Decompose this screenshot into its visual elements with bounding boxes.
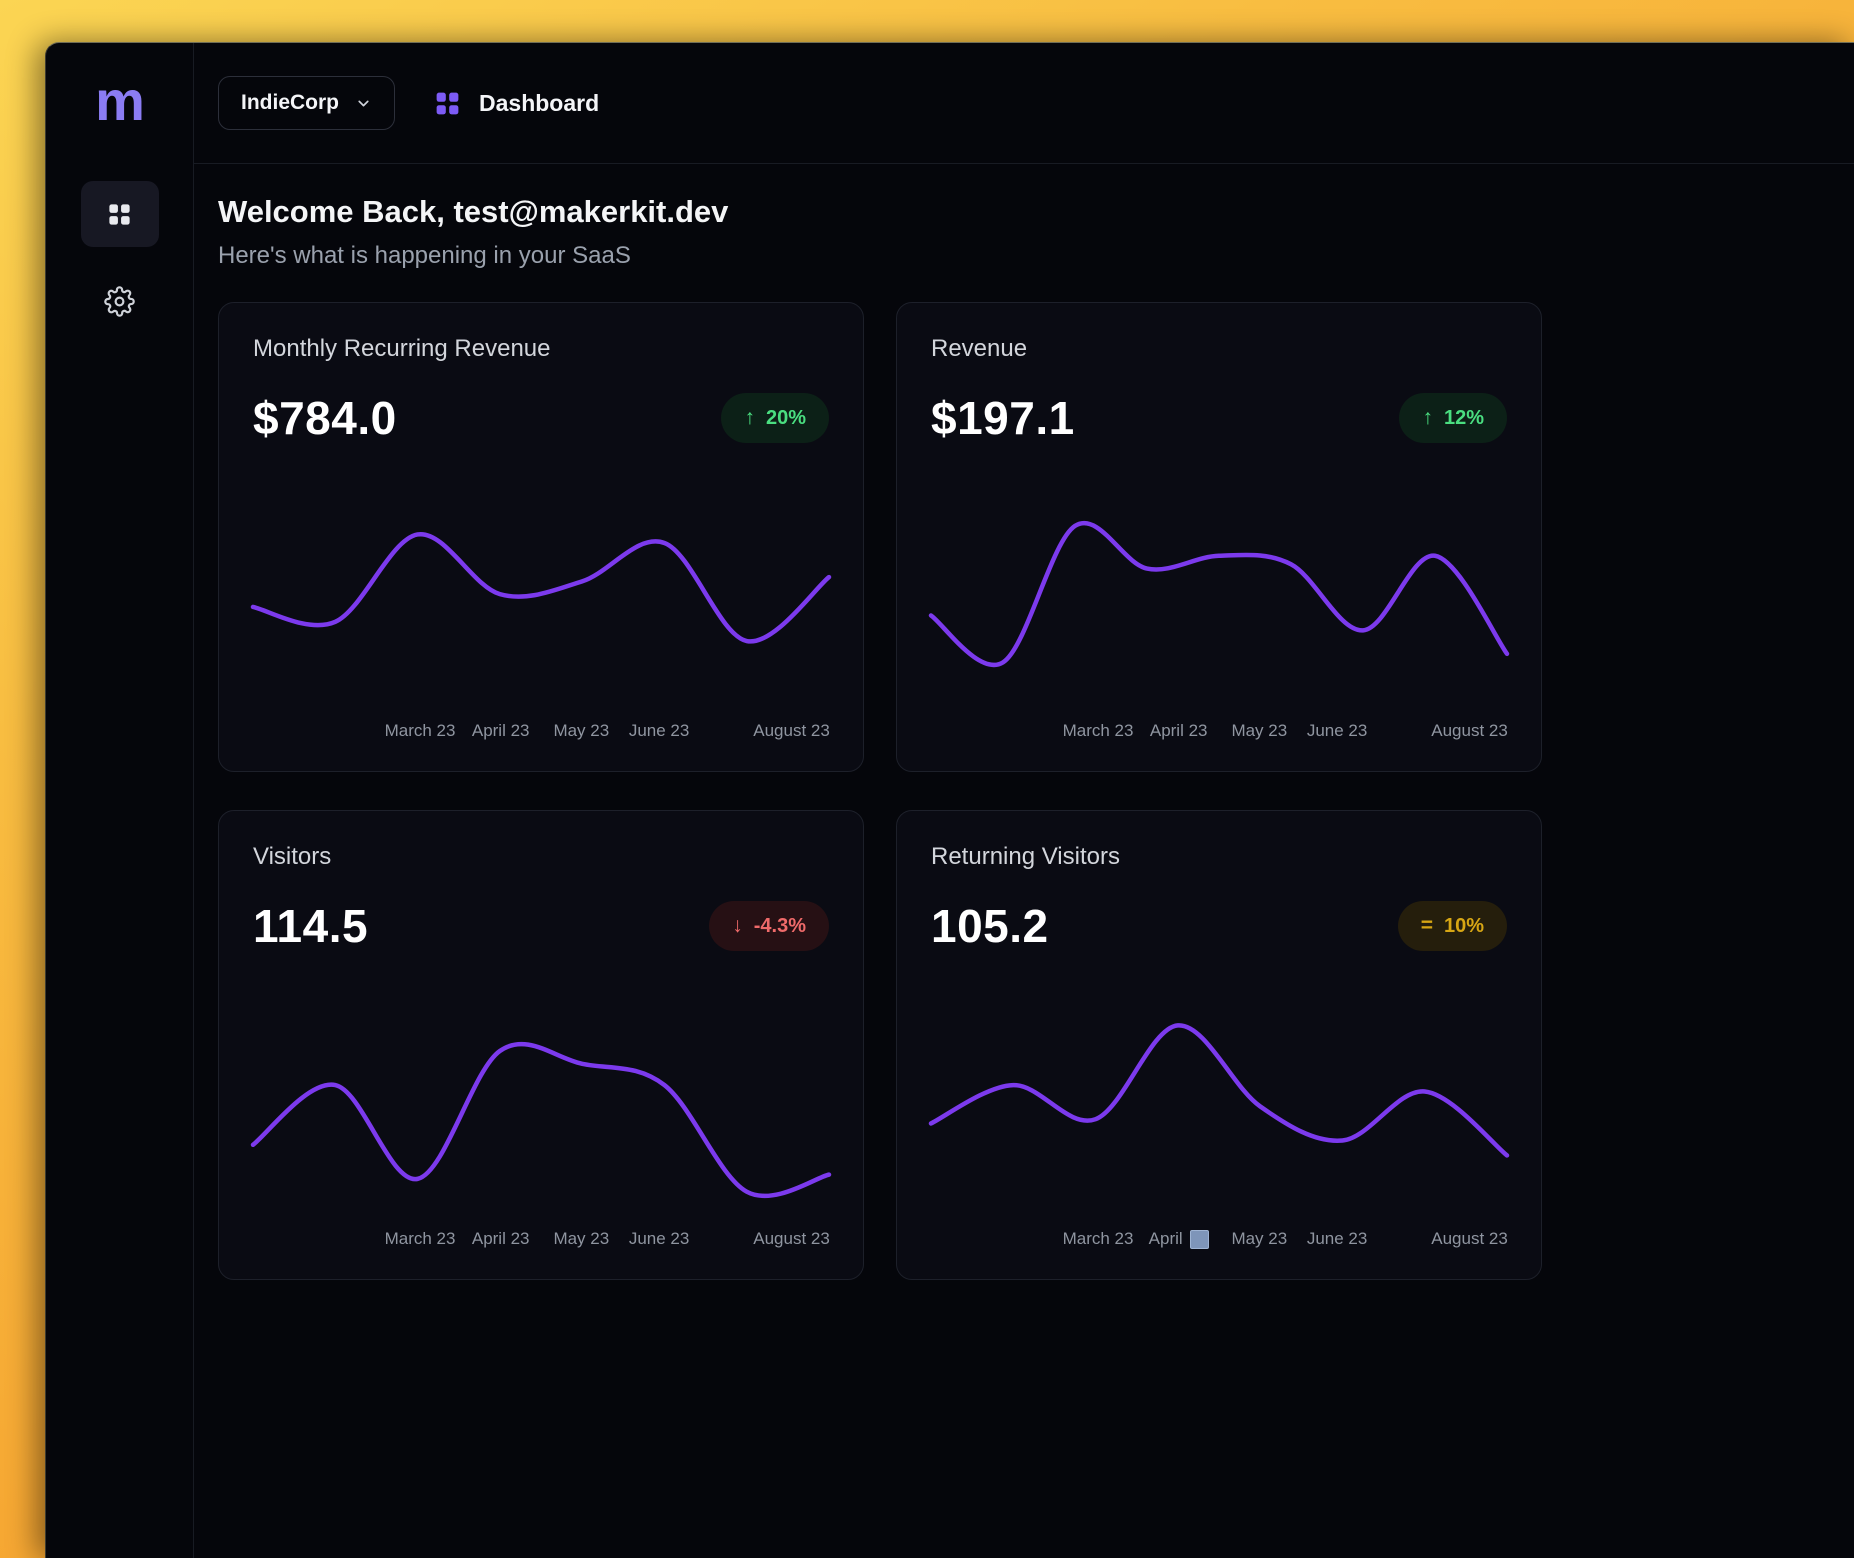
card-returning-visitors: Returning Visitors 105.2 = 10% March 23 A…: [896, 810, 1542, 1280]
line-chart: March 23 April May 23 June 23 August 23: [931, 979, 1507, 1253]
welcome-subtitle: Here's what is happening in your SaaS: [218, 242, 1830, 270]
chart-line: [931, 523, 1507, 665]
trend-label: 10%: [1444, 915, 1484, 938]
x-axis-label: June 23: [629, 1229, 690, 1249]
sidebar-item-dashboard[interactable]: [81, 181, 159, 247]
trend-label: 12%: [1444, 407, 1484, 430]
welcome-heading: Welcome Back, test@makerkit.dev: [218, 194, 1830, 230]
card-title: Returning Visitors: [931, 843, 1507, 871]
x-axis-label: May 23: [1231, 721, 1287, 741]
trend-label: -4.3%: [754, 915, 806, 938]
card-title: Visitors: [253, 843, 829, 871]
chart-line: [253, 1044, 829, 1196]
trend-label: 20%: [766, 407, 806, 430]
x-axis-labels: March 23 April 23 May 23 June 23 August 23: [253, 1229, 829, 1253]
x-axis-labels: March 23 April 23 May 23 June 23 August 23: [253, 721, 829, 745]
chart-line: [931, 1025, 1507, 1155]
chart-svg: [931, 979, 1507, 1217]
metric-cards-grid: Monthly Recurring Revenue $784.0 ↑ 20% M…: [218, 302, 1830, 1280]
organization-switcher[interactable]: IndieCorp: [218, 76, 395, 130]
line-chart: March 23 April 23 May 23 June 23 August 23: [931, 471, 1507, 745]
trend-up-icon: ↑: [744, 406, 755, 430]
makerkit-logo: m: [95, 73, 144, 129]
organization-name: IndieCorp: [241, 91, 339, 115]
card-visitors: Visitors 114.5 ↓ -4.3% March 23April 23M…: [218, 810, 864, 1280]
x-axis-label: April 23: [472, 721, 530, 741]
x-axis-label: August 23: [1431, 721, 1508, 741]
chart-svg: [253, 979, 829, 1217]
x-axis-label: June 23: [629, 721, 690, 741]
chart-line: [253, 534, 829, 641]
x-axis-label: April: [1149, 1229, 1209, 1249]
dashboard-grid-icon: [106, 201, 133, 228]
trend-badge: ↑ 20%: [721, 393, 829, 443]
breadcrumb: Dashboard: [433, 89, 599, 118]
card-title: Monthly Recurring Revenue: [253, 335, 829, 363]
line-chart: March 23 April 23 May 23 June 23 August 23: [253, 471, 829, 745]
x-axis-label: April 23: [472, 1229, 530, 1249]
x-axis-label: June 23: [1307, 1229, 1368, 1249]
selection-block: [1190, 1230, 1209, 1249]
gear-icon: [104, 286, 135, 317]
trend-badge: ↑ 12%: [1399, 393, 1507, 443]
x-axis-label: June 23: [1307, 721, 1368, 741]
dashboard-content: Welcome Back, test@makerkit.dev Here's w…: [194, 164, 1854, 1310]
app-window: m: [45, 42, 1854, 1558]
card-title: Revenue: [931, 335, 1507, 363]
page-title: Dashboard: [479, 90, 599, 117]
trend-up-icon: ↑: [1422, 406, 1433, 430]
x-axis-label: May 23: [1231, 1229, 1287, 1249]
trend-badge: ↓ -4.3%: [709, 901, 829, 951]
desktop-wallpaper: m: [0, 0, 1854, 1558]
sidebar: m: [46, 43, 194, 1558]
trend-neutral-icon: =: [1421, 914, 1433, 938]
x-axis-label: May 23: [553, 1229, 609, 1249]
top-bar: IndieCorp Dashboard: [194, 43, 1854, 164]
metric-value: 105.2: [931, 899, 1049, 953]
x-axis-labels: March 23 April 23 May 23 June 23 August 23: [931, 721, 1507, 745]
x-axis-label: March 23: [1063, 1229, 1134, 1249]
x-axis-label: August 23: [753, 1229, 830, 1249]
sidebar-item-settings[interactable]: [98, 279, 142, 323]
chevron-down-icon: [355, 95, 372, 112]
line-chart: March 23 April 23 May 23 June 23 August 23: [253, 979, 829, 1253]
trend-badge: = 10%: [1398, 901, 1507, 951]
x-axis-label: April 23: [1150, 721, 1208, 741]
x-axis-label: March 23: [1063, 721, 1134, 741]
x-axis-label: March 23: [385, 721, 456, 741]
main-area: IndieCorp Dashboard: [194, 43, 1854, 1558]
x-axis-label: May 23: [553, 721, 609, 741]
chart-svg: [253, 471, 829, 709]
x-axis-label: March 23: [385, 1229, 456, 1249]
dashboard-icon: [433, 89, 462, 118]
x-axis-labels: March 23 April May 23 June 23 August 23: [931, 1229, 1507, 1253]
card-monthly-recurring-revenue: Monthly Recurring Revenue $784.0 ↑ 20% M…: [218, 302, 864, 772]
trend-down-icon: ↓: [732, 914, 743, 938]
x-axis-label: August 23: [1431, 1229, 1508, 1249]
metric-value: $197.1: [931, 391, 1075, 445]
x-axis-label: August 23: [753, 721, 830, 741]
card-revenue: Revenue $197.1 ↑ 12% March 23 April 23 May…: [896, 302, 1542, 772]
metric-value: $784.0: [253, 391, 397, 445]
chart-svg: [931, 471, 1507, 709]
metric-value: 114.5: [253, 899, 368, 953]
